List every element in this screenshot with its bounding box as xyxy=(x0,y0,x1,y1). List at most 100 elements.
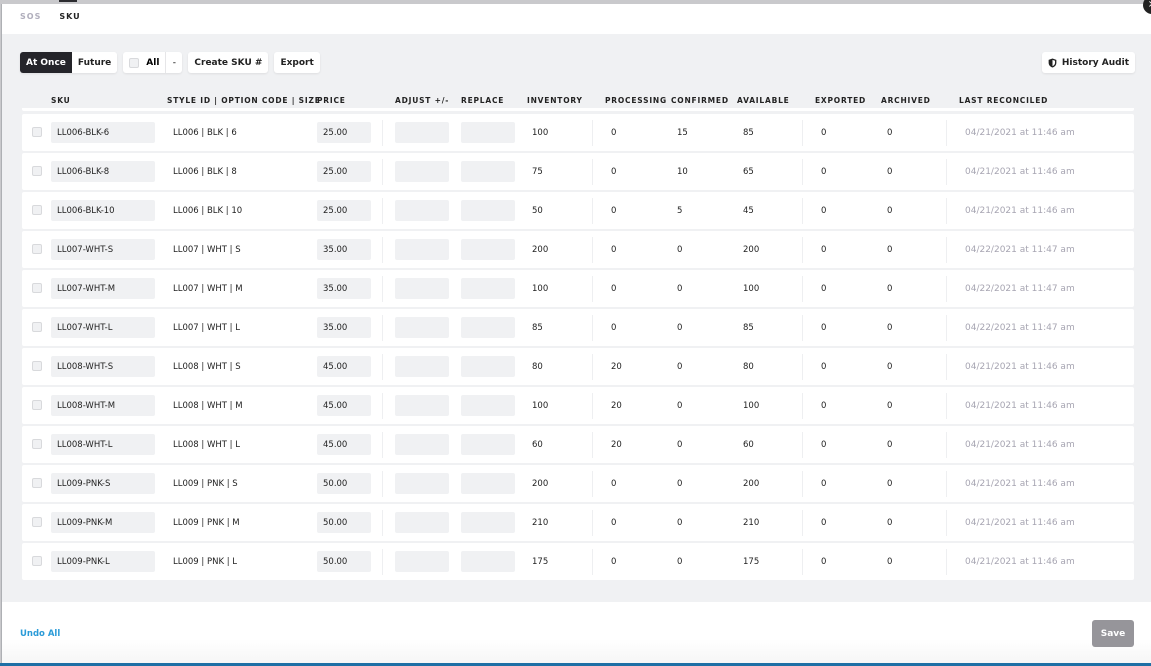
adjust-input[interactable] xyxy=(395,239,449,260)
price-input[interactable]: 25.00 xyxy=(317,161,371,182)
available-value: 175 xyxy=(743,556,760,567)
price-input[interactable]: 25.00 xyxy=(317,122,371,143)
sku-input[interactable]: LL008-WHT-M xyxy=(51,395,155,416)
adjust-input[interactable] xyxy=(395,278,449,299)
sku-input[interactable]: LL006-BLK-8 xyxy=(51,161,155,182)
adjust-input[interactable] xyxy=(395,434,449,455)
last-reconciled-value: 04/22/2021 at 11:47 am xyxy=(965,322,1075,333)
price-input[interactable]: 50.00 xyxy=(317,473,371,494)
row-checkbox[interactable] xyxy=(32,127,42,137)
exported-value: 0 xyxy=(821,517,827,528)
last-reconciled-value: 04/21/2021 at 11:46 am xyxy=(965,166,1075,177)
processing-value: 20 xyxy=(611,361,622,372)
row-checkbox[interactable] xyxy=(32,244,42,254)
replace-input[interactable] xyxy=(461,122,515,143)
create-sku-button[interactable]: Create SKU # xyxy=(188,52,269,73)
row-checkbox[interactable] xyxy=(32,556,42,566)
price-input[interactable]: 50.00 xyxy=(317,551,371,572)
select-all-dropdown: All - xyxy=(123,52,183,73)
row-checkbox[interactable] xyxy=(32,166,42,176)
price-input[interactable]: 25.00 xyxy=(317,200,371,221)
table-row: LL008-WHT-S LL008 | WHT | S 45.00 80 20 0 80 0 0… xyxy=(22,348,1134,385)
row-checkbox[interactable] xyxy=(32,205,42,215)
price-input[interactable]: 45.00 xyxy=(317,434,371,455)
exported-value: 0 xyxy=(821,439,827,450)
column-divider xyxy=(946,159,947,185)
adjust-input[interactable] xyxy=(395,317,449,338)
sku-input[interactable]: LL007-WHT-S xyxy=(51,239,155,260)
replace-input[interactable] xyxy=(461,356,515,377)
adjust-input[interactable] xyxy=(395,161,449,182)
tab-sku[interactable]: SKU xyxy=(59,0,80,34)
timing-toggle: At Once Future xyxy=(20,52,118,73)
export-button[interactable]: Export xyxy=(274,52,320,73)
available-value: 210 xyxy=(743,517,760,528)
col-archived: ARCHIVED xyxy=(881,96,931,105)
save-button[interactable]: Save xyxy=(1092,620,1134,647)
sku-input[interactable]: LL009-PNK-S xyxy=(51,473,155,494)
replace-input[interactable] xyxy=(461,473,515,494)
last-reconciled-value: 04/21/2021 at 11:46 am xyxy=(965,400,1075,411)
processing-value: 0 xyxy=(611,205,617,216)
replace-input[interactable] xyxy=(461,239,515,260)
toolbar: At Once Future All - Create SKU # Export xyxy=(20,52,320,73)
sku-input[interactable]: LL009-PNK-L xyxy=(51,551,155,572)
replace-input[interactable] xyxy=(461,317,515,338)
select-all-checkbox[interactable] xyxy=(129,57,140,68)
sku-table[interactable]: LL006-BLK-6 LL006 | BLK | 6 25.00 100 0 15 85 0… xyxy=(22,108,1134,582)
sku-input[interactable]: LL008-WHT-S xyxy=(51,356,155,377)
close-button[interactable]: × xyxy=(1143,0,1151,14)
row-checkbox[interactable] xyxy=(32,478,42,488)
sku-input[interactable]: LL006-BLK-6 xyxy=(51,122,155,143)
history-audit-button[interactable]: History Audit xyxy=(1041,52,1135,73)
adjust-input[interactable] xyxy=(395,473,449,494)
sku-input[interactable]: LL007-WHT-M xyxy=(51,278,155,299)
future-option[interactable]: Future xyxy=(71,52,118,73)
price-input[interactable]: 45.00 xyxy=(317,395,371,416)
row-checkbox[interactable] xyxy=(32,322,42,332)
at-once-option[interactable]: At Once xyxy=(20,52,72,73)
style-option-size: LL009 | PNK | M xyxy=(173,517,240,528)
inventory-value: 60 xyxy=(532,439,543,450)
adjust-input[interactable] xyxy=(395,122,449,143)
adjust-input[interactable] xyxy=(395,200,449,221)
chevron-down-icon[interactable]: - xyxy=(166,52,182,73)
replace-input[interactable] xyxy=(461,161,515,182)
price-input[interactable]: 35.00 xyxy=(317,278,371,299)
inventory-value: 210 xyxy=(532,517,549,528)
replace-input[interactable] xyxy=(461,434,515,455)
style-option-size: LL006 | BLK | 8 xyxy=(173,166,237,177)
adjust-input[interactable] xyxy=(395,551,449,572)
replace-input[interactable] xyxy=(461,395,515,416)
sku-input[interactable]: LL006-BLK-10 xyxy=(51,200,155,221)
price-input[interactable]: 45.00 xyxy=(317,356,371,377)
row-checkbox[interactable] xyxy=(32,361,42,371)
price-input[interactable]: 35.00 xyxy=(317,317,371,338)
table-row-partial xyxy=(22,108,1134,111)
price-input[interactable]: 50.00 xyxy=(317,512,371,533)
confirmed-value: 5 xyxy=(677,205,683,216)
tab-sos[interactable]: SOS xyxy=(20,4,41,34)
inventory-value: 200 xyxy=(532,478,549,489)
sku-input[interactable]: LL008-WHT-L xyxy=(51,434,155,455)
row-checkbox[interactable] xyxy=(32,283,42,293)
replace-input[interactable] xyxy=(461,200,515,221)
processing-value: 0 xyxy=(611,166,617,177)
col-available: AVAILABLE xyxy=(737,96,790,105)
replace-input[interactable] xyxy=(461,512,515,533)
select-all-button[interactable]: All xyxy=(123,52,167,73)
adjust-input[interactable] xyxy=(395,395,449,416)
replace-input[interactable] xyxy=(461,278,515,299)
adjust-input[interactable] xyxy=(395,356,449,377)
adjust-input[interactable] xyxy=(395,512,449,533)
exported-value: 0 xyxy=(821,556,827,567)
sku-input[interactable]: LL007-WHT-L xyxy=(51,317,155,338)
undo-all-link[interactable]: Undo All xyxy=(20,629,60,639)
available-value: 100 xyxy=(743,400,760,411)
row-checkbox[interactable] xyxy=(32,439,42,449)
row-checkbox[interactable] xyxy=(32,400,42,410)
row-checkbox[interactable] xyxy=(32,517,42,527)
replace-input[interactable] xyxy=(461,551,515,572)
price-input[interactable]: 35.00 xyxy=(317,239,371,260)
sku-input[interactable]: LL009-PNK-M xyxy=(51,512,155,533)
